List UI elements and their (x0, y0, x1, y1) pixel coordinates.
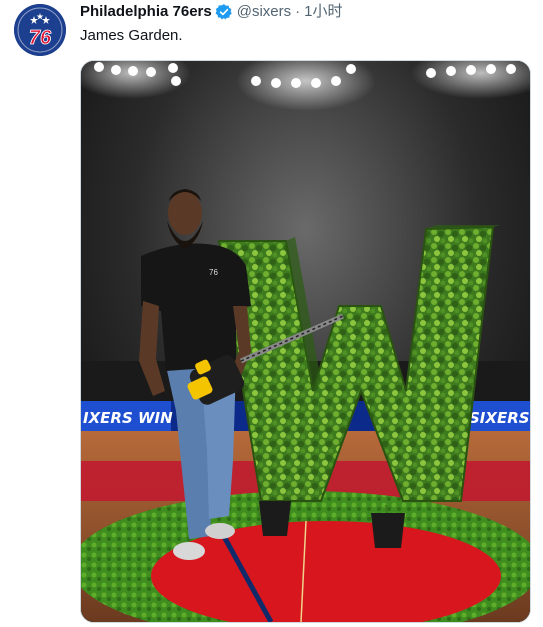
sixers-logo-icon: 76 (14, 4, 66, 56)
banner-left-text: IXERS WIN (83, 409, 173, 427)
avatar-text: 76 (29, 27, 52, 49)
avatar[interactable]: 76 (14, 4, 66, 56)
jersey-number: 76 (209, 268, 218, 277)
user-handle[interactable]: @sixers (237, 2, 291, 22)
separator-dot: · (295, 3, 301, 20)
tweet-header: Philadelphia 76ers @sixers · 1小时 (80, 2, 342, 22)
display-name[interactable]: Philadelphia 76ers (80, 2, 212, 22)
promo-graphic: IXERS WIN SIXERS W (81, 61, 530, 622)
timestamp[interactable]: 1小时 (304, 2, 342, 22)
tweet[interactable]: 76 Philadelphia 76ers @sixers · 1小时 Jame… (0, 0, 543, 627)
banner-right-text: SIXERS W (469, 409, 530, 427)
potted-plant (258, 500, 291, 536)
tweet-image[interactable]: IXERS WIN SIXERS W (80, 60, 531, 623)
verified-badge-icon (215, 3, 233, 21)
tweet-text: James Garden. (80, 27, 183, 44)
